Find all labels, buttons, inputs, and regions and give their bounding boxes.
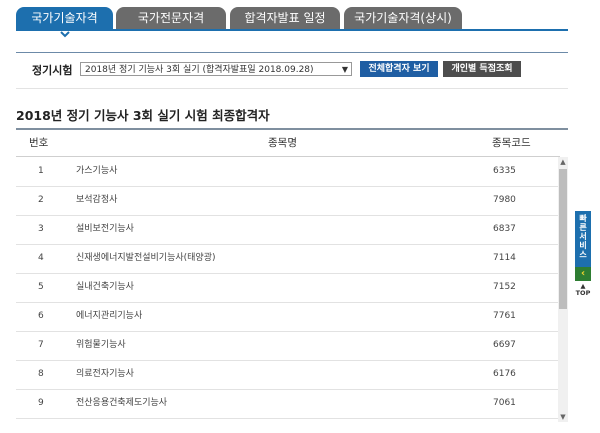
quick-service-char: 른 bbox=[579, 223, 587, 232]
row-number: 1 bbox=[38, 166, 44, 176]
row-item-name[interactable]: 에너지관리기능사 bbox=[76, 302, 142, 331]
row-item-code: 7980 bbox=[493, 195, 516, 205]
scroll-thumb[interactable] bbox=[559, 169, 567, 309]
table-row[interactable]: 6 에너지관리기능사 7761 bbox=[16, 302, 560, 332]
row-number: 6 bbox=[38, 311, 44, 321]
table-header: 번호 종목명 종목코드 bbox=[16, 131, 560, 156]
personal-score-button[interactable]: 개인별 득점조회 bbox=[443, 61, 521, 77]
row-item-name[interactable]: 가스기능사 bbox=[76, 157, 117, 186]
row-number: 3 bbox=[38, 224, 44, 234]
header-item-name: 종목명 bbox=[268, 137, 297, 149]
tab-pass-schedule[interactable]: 합격자발표 일정 bbox=[230, 7, 340, 29]
table-row[interactable]: 2 보석감정사 7980 bbox=[16, 186, 560, 216]
quick-service-char: 빠 bbox=[579, 214, 587, 223]
row-item-code: 7761 bbox=[493, 311, 516, 321]
row-number: 8 bbox=[38, 369, 44, 379]
header-item-code: 종목코드 bbox=[492, 137, 531, 149]
tab-underline bbox=[16, 29, 568, 31]
row-item-name[interactable]: 위험물기능사 bbox=[76, 331, 126, 360]
chevron-down-icon bbox=[60, 31, 70, 38]
row-item-code: 6837 bbox=[493, 224, 516, 234]
row-item-name[interactable]: 의료전자기능사 bbox=[76, 360, 134, 389]
row-number: 2 bbox=[38, 195, 44, 205]
row-number: 5 bbox=[38, 282, 44, 292]
scroll-up-icon[interactable]: ▲ bbox=[558, 157, 568, 167]
quick-service-char: 비 bbox=[579, 241, 587, 250]
row-item-name[interactable]: 실내건축기능사 bbox=[76, 273, 134, 302]
quick-service-panel: 빠 른 서 비 스 ‹ ▲ TOP bbox=[575, 211, 591, 297]
exam-type-label: 정기시험 bbox=[32, 64, 73, 77]
tab-bar: 국가기술자격 국가전문자격 합격자발표 일정 국가기술자격(상시) bbox=[16, 7, 576, 29]
row-item-code: 6176 bbox=[493, 369, 516, 379]
scroll-down-icon[interactable]: ▼ bbox=[558, 412, 568, 422]
tab-national-technical-regular[interactable]: 국가기술자격(상시) bbox=[344, 7, 462, 29]
row-item-code: 7061 bbox=[493, 398, 516, 408]
table-row[interactable]: 3 설비보전기능사 6837 bbox=[16, 215, 560, 245]
row-item-code: 7114 bbox=[493, 253, 516, 263]
chevron-left-icon[interactable]: ‹ bbox=[575, 267, 591, 281]
row-item-code: 6335 bbox=[493, 166, 516, 176]
quick-service-button[interactable]: 빠 른 서 비 스 bbox=[575, 211, 591, 267]
exam-select-value: 2018년 정기 기능사 3회 실기 (합격자발표일 2018.09.28) bbox=[85, 65, 314, 75]
quick-service-char: 서 bbox=[579, 232, 587, 241]
table-row[interactable]: 5 실내건축기능사 7152 bbox=[16, 273, 560, 303]
row-item-name[interactable]: 설비보전기능사 bbox=[76, 215, 134, 244]
top-button[interactable]: ▲ TOP bbox=[575, 283, 591, 297]
table-scrollbar[interactable]: ▲ ▼ bbox=[558, 157, 568, 422]
triangle-down-icon: ▼ bbox=[341, 65, 348, 74]
row-item-name[interactable]: 신재생에너지발전설비기능사(태양광) bbox=[76, 244, 216, 273]
filter-top-divider bbox=[16, 52, 568, 53]
row-item-name[interactable]: 전산응용건축제도기능사 bbox=[76, 389, 167, 418]
tab-national-professional[interactable]: 국가전문자격 bbox=[116, 7, 226, 29]
tab-national-technical[interactable]: 국가기술자격 bbox=[16, 7, 113, 29]
table-row[interactable]: 4 신재생에너지발전설비기능사(태양광) 7114 bbox=[16, 244, 560, 274]
exam-select[interactable]: 2018년 정기 기능사 3회 실기 (합격자발표일 2018.09.28) ▼ bbox=[80, 62, 352, 76]
table-body: 1 가스기능사 6335 2 보석감정사 7980 3 설비보전기능사 6837… bbox=[16, 157, 560, 428]
quick-service-char: 스 bbox=[579, 250, 587, 259]
filter-bottom-divider bbox=[16, 88, 568, 89]
table-row[interactable]: 1 가스기능사 6335 bbox=[16, 157, 560, 187]
row-item-code: 6697 bbox=[493, 340, 516, 350]
row-number: 4 bbox=[38, 253, 44, 263]
table-row[interactable]: 8 의료전자기능사 6176 bbox=[16, 360, 560, 390]
row-number: 7 bbox=[38, 340, 44, 350]
row-number: 9 bbox=[38, 398, 44, 408]
view-all-passers-button[interactable]: 전체합격자 보기 bbox=[360, 61, 438, 77]
top-label: TOP bbox=[575, 289, 591, 297]
row-item-name[interactable]: 보석감정사 bbox=[76, 186, 117, 215]
table-row[interactable]: 7 위험물기능사 6697 bbox=[16, 331, 560, 361]
table-row[interactable]: 9 전산응용건축제도기능사 7061 bbox=[16, 389, 560, 419]
row-item-code: 7152 bbox=[493, 282, 516, 292]
title-divider bbox=[16, 128, 568, 130]
header-number: 번호 bbox=[29, 137, 49, 149]
page-title: 2018년 정기 기능사 3회 실기 시험 최종합격자 bbox=[16, 108, 270, 123]
